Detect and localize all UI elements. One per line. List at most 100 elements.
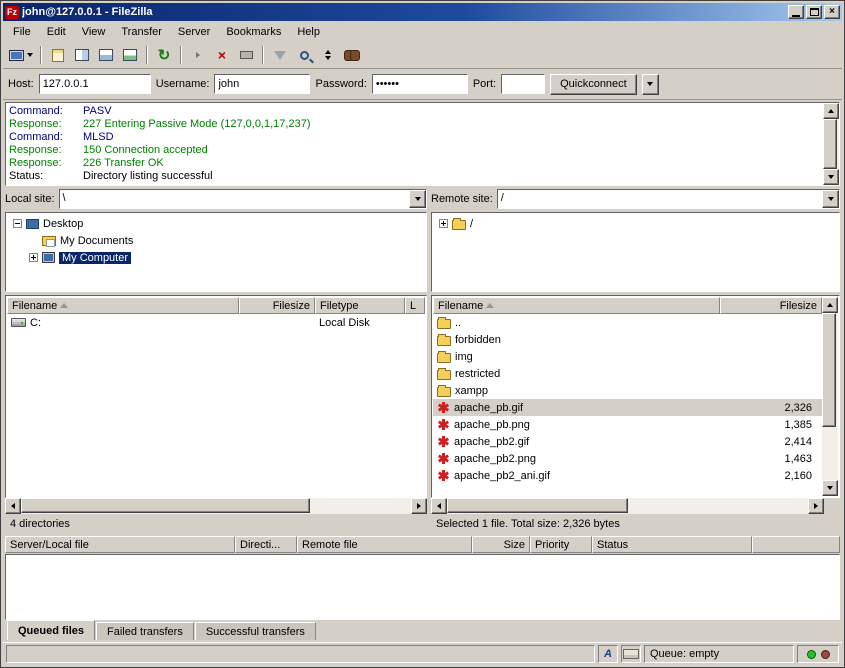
compare-button[interactable] bbox=[292, 44, 316, 66]
minimize-button[interactable] bbox=[788, 5, 804, 19]
scroll-down-button[interactable] bbox=[823, 169, 839, 185]
keyboard-icon bbox=[621, 645, 641, 663]
menu-item-transfer[interactable]: Transfer bbox=[113, 23, 170, 41]
local-site-dropdown-button[interactable] bbox=[409, 190, 426, 208]
maximize-button[interactable] bbox=[806, 5, 822, 19]
column-header-size[interactable]: Size bbox=[472, 536, 530, 553]
cancel-button[interactable]: × bbox=[210, 44, 234, 66]
expand-icon[interactable] bbox=[439, 219, 448, 228]
quickconnect-button[interactable]: Quickconnect bbox=[550, 74, 637, 95]
menu-item-help[interactable]: Help bbox=[289, 23, 328, 41]
scroll-thumb[interactable] bbox=[447, 498, 628, 513]
process-queue-button[interactable] bbox=[186, 44, 210, 66]
scroll-down-button[interactable] bbox=[822, 480, 838, 496]
local-site-combobox[interactable]: \ bbox=[59, 189, 427, 209]
column-header-priority[interactable]: Priority bbox=[530, 536, 592, 553]
maximize-icon bbox=[810, 8, 819, 16]
remote-file-row[interactable]: apache_pb.png 1,385 bbox=[433, 416, 822, 433]
refresh-button[interactable]: ↻ bbox=[152, 44, 176, 66]
scroll-track[interactable] bbox=[823, 119, 839, 169]
remote-file-row[interactable]: .. bbox=[433, 314, 822, 331]
tree-item-desktop[interactable]: Desktop bbox=[7, 215, 425, 232]
column-header-filesize[interactable]: Filesize bbox=[720, 297, 822, 314]
column-header-filename[interactable]: Filename bbox=[433, 297, 720, 314]
minimize-icon bbox=[792, 15, 800, 17]
scroll-up-button[interactable] bbox=[823, 103, 839, 119]
remote-file-row-selected[interactable]: apache_pb.gif 2,326 bbox=[433, 399, 822, 416]
scroll-right-button[interactable] bbox=[808, 498, 824, 514]
scroll-thumb[interactable] bbox=[822, 313, 836, 427]
scroll-left-button[interactable] bbox=[5, 498, 21, 514]
collapse-icon[interactable] bbox=[13, 219, 22, 228]
toggle-log-button[interactable] bbox=[46, 44, 70, 66]
menu-item-view[interactable]: View bbox=[74, 23, 114, 41]
filter-button[interactable] bbox=[268, 44, 292, 66]
scroll-right-button[interactable] bbox=[411, 498, 427, 514]
tree-item-my-computer[interactable]: My Computer bbox=[7, 249, 425, 266]
toggle-queue-button[interactable] bbox=[118, 44, 142, 66]
scroll-track[interactable] bbox=[21, 498, 411, 514]
find-button[interactable] bbox=[340, 44, 364, 66]
scroll-thumb[interactable] bbox=[21, 498, 310, 513]
file-size: 2,160 bbox=[720, 467, 822, 484]
remote-site-dropdown-button[interactable] bbox=[822, 190, 839, 208]
remote-file-row[interactable]: xampp bbox=[433, 382, 822, 399]
menu-item-bookmarks[interactable]: Bookmarks bbox=[218, 23, 289, 41]
host-input[interactable] bbox=[39, 74, 151, 94]
remote-file-row[interactable]: apache_pb2.png 1,463 bbox=[433, 450, 822, 467]
column-header-remote-file[interactable]: Remote file bbox=[297, 536, 472, 553]
toggle-local-tree-button[interactable] bbox=[70, 44, 94, 66]
scroll-up-button[interactable] bbox=[822, 297, 838, 313]
remote-site-combobox[interactable]: / bbox=[497, 189, 840, 209]
port-input[interactable] bbox=[501, 74, 545, 94]
queue-list[interactable] bbox=[5, 554, 840, 620]
menu-item-server[interactable]: Server bbox=[170, 23, 218, 41]
tree-item-my-documents[interactable]: My Documents bbox=[7, 232, 425, 249]
scroll-left-button[interactable] bbox=[431, 498, 447, 514]
remote-file-row[interactable]: restricted bbox=[433, 365, 822, 382]
column-header-filesize[interactable]: Filesize bbox=[239, 297, 315, 314]
expand-icon[interactable] bbox=[29, 253, 38, 262]
remote-file-row[interactable]: img bbox=[433, 348, 822, 365]
remote-site-value: / bbox=[498, 190, 822, 208]
column-header-server-local-file[interactable]: Server/Local file bbox=[5, 536, 235, 553]
log-text: MLSD bbox=[83, 131, 114, 144]
scroll-track[interactable] bbox=[447, 498, 808, 514]
column-header-status[interactable]: Status bbox=[592, 536, 752, 553]
username-input[interactable] bbox=[214, 74, 310, 94]
quickconnect-dropdown-button[interactable] bbox=[642, 74, 659, 95]
log-scrollbar[interactable] bbox=[823, 103, 839, 185]
remote-horizontal-scrollbar[interactable] bbox=[431, 498, 840, 514]
column-header-lastmodified[interactable]: L bbox=[405, 297, 425, 314]
scroll-track[interactable] bbox=[822, 313, 838, 480]
close-button[interactable]: × bbox=[824, 5, 840, 19]
sync-browse-button[interactable] bbox=[316, 44, 340, 66]
remote-file-row[interactable]: forbidden bbox=[433, 331, 822, 348]
toolbar: ↻ × bbox=[3, 42, 842, 69]
remote-vertical-scrollbar[interactable] bbox=[822, 297, 838, 496]
local-file-row[interactable]: C: Local Disk bbox=[7, 314, 425, 331]
tab-failed-transfers[interactable]: Failed transfers bbox=[96, 622, 194, 640]
tab-queued-files[interactable]: Queued files bbox=[7, 620, 95, 640]
scroll-thumb[interactable] bbox=[823, 119, 837, 169]
remote-file-row[interactable]: apache_pb2.gif 2,414 bbox=[433, 433, 822, 450]
toggle-remote-tree-button[interactable] bbox=[94, 44, 118, 66]
local-horizontal-scrollbar[interactable] bbox=[5, 498, 427, 514]
tab-successful-transfers[interactable]: Successful transfers bbox=[195, 622, 316, 640]
site-manager-button[interactable] bbox=[6, 44, 36, 66]
tree-item-root[interactable]: / bbox=[433, 215, 838, 232]
queue-header: Server/Local file Directi... Remote file… bbox=[5, 536, 840, 554]
column-header-filetype[interactable]: Filetype bbox=[315, 297, 405, 314]
sort-asc-icon bbox=[60, 303, 68, 308]
menu-item-edit[interactable]: Edit bbox=[39, 23, 74, 41]
password-input[interactable] bbox=[372, 74, 468, 94]
disconnect-button[interactable] bbox=[234, 44, 258, 66]
column-header-direction[interactable]: Directi... bbox=[235, 536, 297, 553]
file-size: 1,385 bbox=[720, 416, 822, 433]
titlebar[interactable]: Fz john@127.0.0.1 - FileZilla × bbox=[3, 3, 842, 21]
log-label: Response: bbox=[9, 118, 83, 131]
column-header-filename[interactable]: Filename bbox=[7, 297, 239, 314]
local-tree: Desktop My Documents My Computer bbox=[5, 212, 427, 292]
remote-file-row[interactable]: apache_pb2_ani.gif 2,160 bbox=[433, 467, 822, 484]
menu-item-file[interactable]: File bbox=[5, 23, 39, 41]
